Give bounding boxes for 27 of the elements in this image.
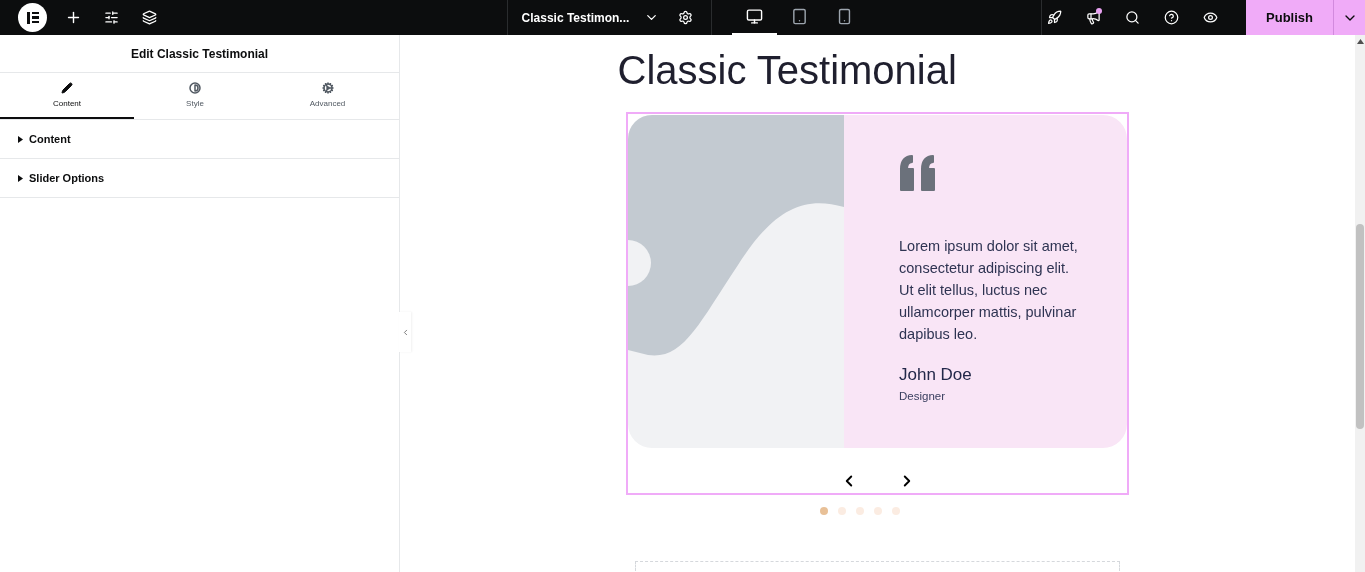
author-role: Designer xyxy=(899,390,947,402)
caret-icon xyxy=(18,135,23,143)
pagination-dot[interactable] xyxy=(838,507,846,515)
panel-title: Edit Classic Testimonial xyxy=(0,35,399,73)
monitor-icon xyxy=(746,8,764,25)
pagination-dot[interactable] xyxy=(892,507,900,515)
panel-tab[interactable]: Advanced xyxy=(256,73,399,119)
scroll-up-icon[interactable] xyxy=(1356,39,1364,44)
scrollbar[interactable] xyxy=(1355,35,1365,572)
page-heading: Classic Testimonial xyxy=(617,48,958,92)
panel-tab[interactable]: Content xyxy=(0,73,134,119)
section-header[interactable]: Slider Options xyxy=(0,159,399,198)
section-header[interactable]: Content xyxy=(0,120,399,159)
document-title[interactable]: Classic Testimon... xyxy=(521,10,630,25)
pagination-dot[interactable] xyxy=(874,507,882,515)
author-name: John Doe xyxy=(899,365,973,385)
publish-button[interactable]: Publish xyxy=(1246,0,1333,35)
pencil-icon xyxy=(61,82,73,94)
tablet-icon xyxy=(791,8,809,25)
testimonial-quote: Lorem ipsum dolor sit amet, consectetur adipiscing elit. Ut elit tellus, luctus nec ullamcorper mattis, pulvinar dapibus leo. xyxy=(899,237,1079,344)
pagination-dot[interactable] xyxy=(820,507,828,515)
pagination-dot[interactable] xyxy=(856,507,864,515)
half-circle-icon xyxy=(189,82,201,94)
caret-icon xyxy=(18,174,23,182)
panel-tab[interactable]: Style xyxy=(134,73,256,119)
gear-icon xyxy=(321,82,334,94)
logo-icon[interactable] xyxy=(18,3,47,32)
